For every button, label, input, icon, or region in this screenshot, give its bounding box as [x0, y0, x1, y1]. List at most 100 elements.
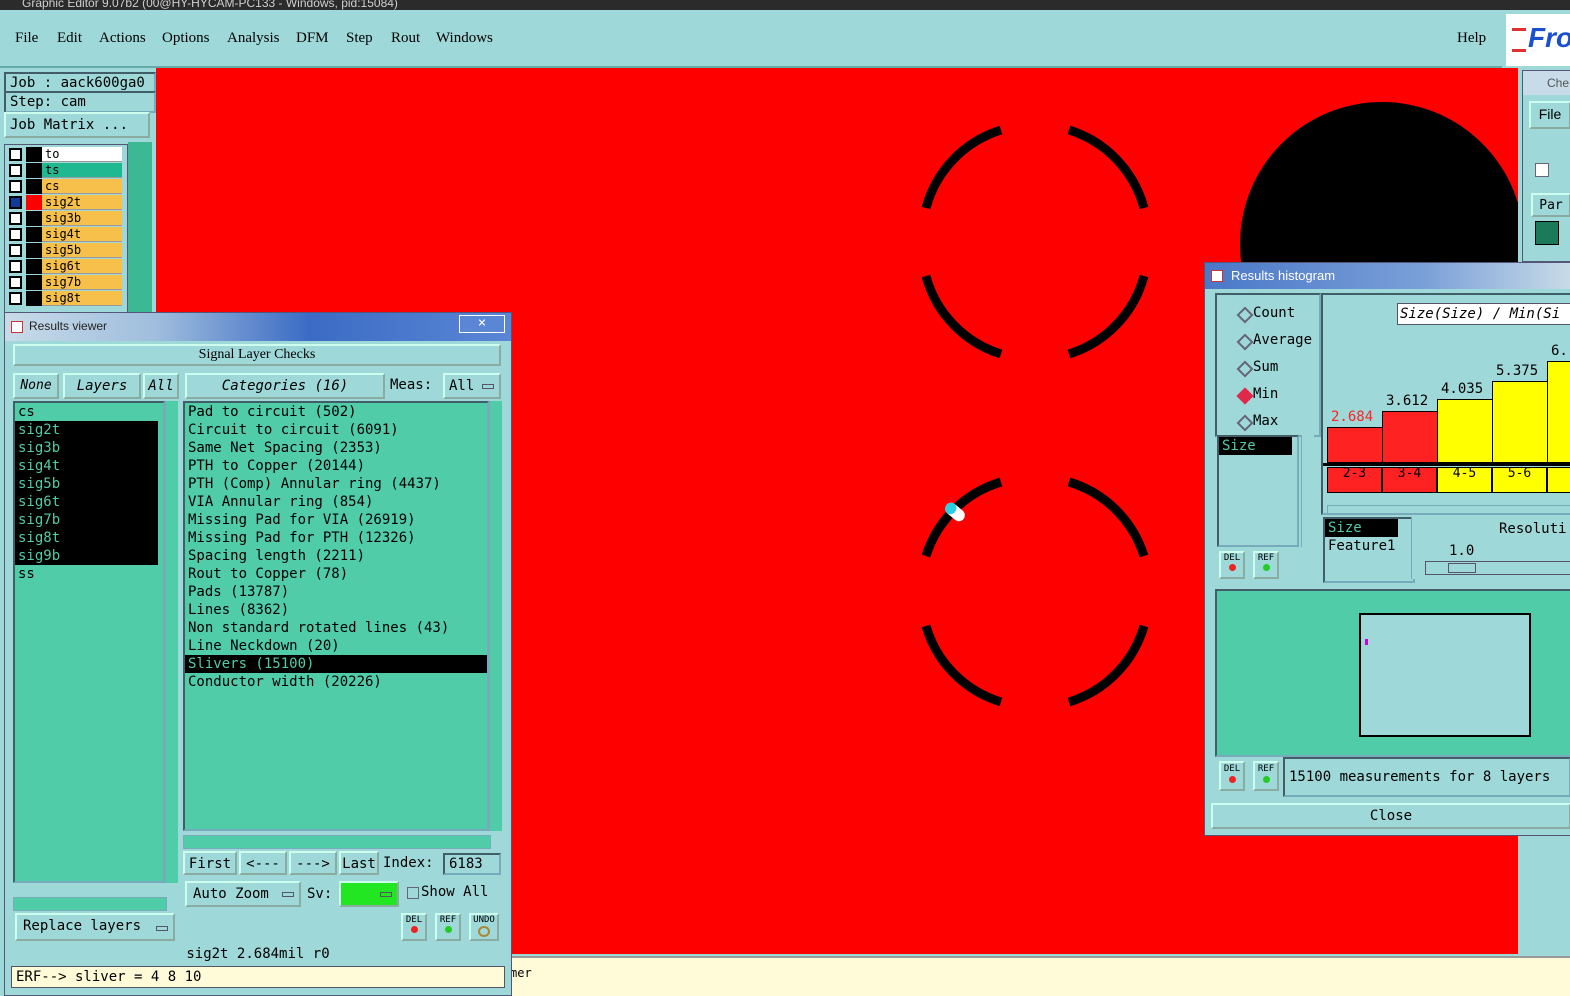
layer-row[interactable]: cs — [6, 179, 124, 194]
list-item[interactable]: cs — [15, 403, 158, 421]
layer-row[interactable]: sig4t — [6, 227, 124, 242]
category-item[interactable]: PTH (Comp) Annular ring (4437) — [185, 475, 487, 493]
chart-hscrollbar[interactable] — [1327, 505, 1570, 513]
menu-step[interactable]: Step — [346, 30, 373, 47]
category-item[interactable]: Rout to Copper (78) — [185, 565, 487, 583]
layer-checkbox[interactable] — [9, 292, 22, 305]
histogram-refresh-button[interactable]: REF — [1253, 551, 1279, 579]
category-item[interactable]: Lines (8362) — [185, 601, 487, 619]
job-matrix-button[interactable]: Job Matrix ... — [4, 112, 150, 138]
layer-row[interactable]: sig5b — [6, 243, 124, 258]
show-all-checkbox[interactable] — [407, 887, 419, 899]
prev-button[interactable]: <--- — [239, 851, 287, 875]
refresh-button[interactable]: REF — [435, 913, 461, 941]
category-item[interactable]: Circuit to circuit (6091) — [185, 421, 487, 439]
sv-color-dropdown[interactable] — [339, 881, 399, 907]
histogram-bar[interactable] — [1327, 427, 1384, 463]
category-item[interactable]: Slivers (15100) — [185, 655, 487, 673]
histogram-bar[interactable] — [1492, 381, 1549, 463]
list-item[interactable]: sig9b — [15, 547, 158, 565]
histogram-bar[interactable] — [1382, 411, 1439, 463]
menu-dfm[interactable]: DFM — [296, 30, 329, 47]
summary-delete-button[interactable]: DEL — [1219, 761, 1245, 791]
menu-options[interactable]: Options — [162, 30, 210, 47]
layer-list-scrollbar[interactable] — [165, 401, 178, 883]
attr2-item-size[interactable]: Size — [1325, 519, 1398, 537]
category-item[interactable]: VIA Annular ring (854) — [185, 493, 487, 511]
last-button[interactable]: Last — [339, 851, 379, 875]
category-item[interactable]: Pad to circuit (502) — [185, 403, 487, 421]
layer-checkbox[interactable] — [9, 228, 22, 241]
category-item[interactable]: Same Net Spacing (2353) — [185, 439, 487, 457]
category-item[interactable]: Spacing length (2211) — [185, 547, 487, 565]
replace-layers-dropdown[interactable]: Replace layers — [15, 913, 175, 941]
layer-row[interactable]: sig7b — [6, 275, 124, 290]
attr-item[interactable]: Size — [1219, 437, 1292, 455]
layer-checkbox[interactable] — [9, 196, 22, 209]
layers-button[interactable]: Layers — [63, 373, 141, 399]
mode-average[interactable]: Average — [1236, 332, 1312, 351]
list-item[interactable]: sig8t — [15, 529, 158, 547]
menu-rout[interactable]: Rout — [391, 30, 420, 47]
category-list[interactable]: Pad to circuit (502) Circuit to circuit (… — [183, 401, 489, 831]
category-item[interactable]: Pads (13787) — [185, 583, 487, 601]
checklist-checkbox[interactable] — [1535, 163, 1549, 177]
layer-row[interactable]: sig3b — [6, 211, 124, 226]
category-item[interactable]: Missing Pad for PTH (12326) — [185, 529, 487, 547]
histogram-bar[interactable] — [1547, 361, 1570, 463]
layer-row[interactable]: sig2t — [6, 195, 124, 210]
layer-checkbox[interactable] — [9, 244, 22, 257]
list-item[interactable]: sig5b — [15, 475, 158, 493]
menu-file[interactable]: File — [15, 30, 38, 47]
layer-checkbox[interactable] — [9, 148, 22, 161]
none-button[interactable]: None — [13, 373, 59, 399]
checklist-run-icon[interactable] — [1535, 221, 1559, 245]
layer-row[interactable]: sig8t — [6, 291, 124, 306]
category-hscrollbar[interactable] — [183, 835, 491, 849]
list-item[interactable]: ss — [15, 565, 158, 583]
list-item[interactable]: sig7b — [15, 511, 158, 529]
summary-refresh-button[interactable]: REF — [1253, 761, 1279, 791]
index-input[interactable]: 6183 — [443, 853, 501, 875]
categories-button[interactable]: Categories (16) — [185, 373, 385, 399]
first-button[interactable]: First — [183, 851, 237, 875]
category-item[interactable]: Missing Pad for VIA (26919) — [185, 511, 487, 529]
histogram-titlebar[interactable]: Results histogram — [1205, 263, 1570, 289]
layer-list-scroll[interactable] — [128, 142, 152, 318]
category-item[interactable]: PTH to Copper (20144) — [185, 457, 487, 475]
menu-actions[interactable]: Actions — [99, 30, 146, 47]
undo-button[interactable]: UNDO — [469, 913, 499, 941]
histogram-delete-button[interactable]: DEL — [1219, 551, 1245, 579]
layer-row[interactable]: sig6t — [6, 259, 124, 274]
list-item[interactable]: sig2t — [15, 421, 158, 439]
category-item[interactable]: Line Neckdown (20) — [185, 637, 487, 655]
layer-checkbox[interactable] — [9, 212, 22, 225]
layer-checkbox[interactable] — [9, 180, 22, 193]
category-item[interactable]: Conductor width (20226) — [185, 673, 487, 691]
category-list-scrollbar[interactable] — [489, 401, 502, 831]
slider-thumb[interactable] — [1448, 563, 1476, 573]
mode-count[interactable]: Count — [1236, 305, 1295, 324]
delete-button[interactable]: DEL — [401, 913, 427, 941]
layer-row[interactable]: to — [6, 147, 124, 162]
mode-sum[interactable]: Sum — [1236, 359, 1278, 378]
histogram-close-button[interactable]: Close — [1211, 803, 1570, 829]
meas-dropdown[interactable]: All — [443, 373, 501, 399]
auto-zoom-dropdown[interactable]: Auto Zoom — [185, 881, 301, 907]
histogram-bar[interactable] — [1437, 399, 1494, 463]
resolution-slider[interactable] — [1425, 561, 1570, 575]
attr2-scrollbar[interactable] — [1411, 517, 1424, 579]
menu-analysis[interactable]: Analysis — [227, 30, 280, 47]
attr2-item-feature[interactable]: Feature1 — [1325, 537, 1413, 555]
layer-row[interactable]: ts — [6, 163, 124, 178]
list-item[interactable]: sig3b — [15, 439, 158, 457]
layer-checkbox[interactable] — [9, 276, 22, 289]
layer-hscrollbar[interactable] — [13, 897, 167, 911]
attr2-list[interactable]: Size Feature1 — [1323, 517, 1415, 583]
checklist-file-menu[interactable]: File — [1529, 101, 1570, 129]
attr-scrollbar[interactable] — [1301, 435, 1314, 547]
checklist-params-button[interactable]: Par — [1531, 193, 1570, 217]
menu-edit[interactable]: Edit — [57, 30, 82, 47]
results-viewer-titlebar[interactable]: Results viewer × — [5, 313, 511, 341]
mode-min[interactable]: Min — [1236, 386, 1278, 405]
